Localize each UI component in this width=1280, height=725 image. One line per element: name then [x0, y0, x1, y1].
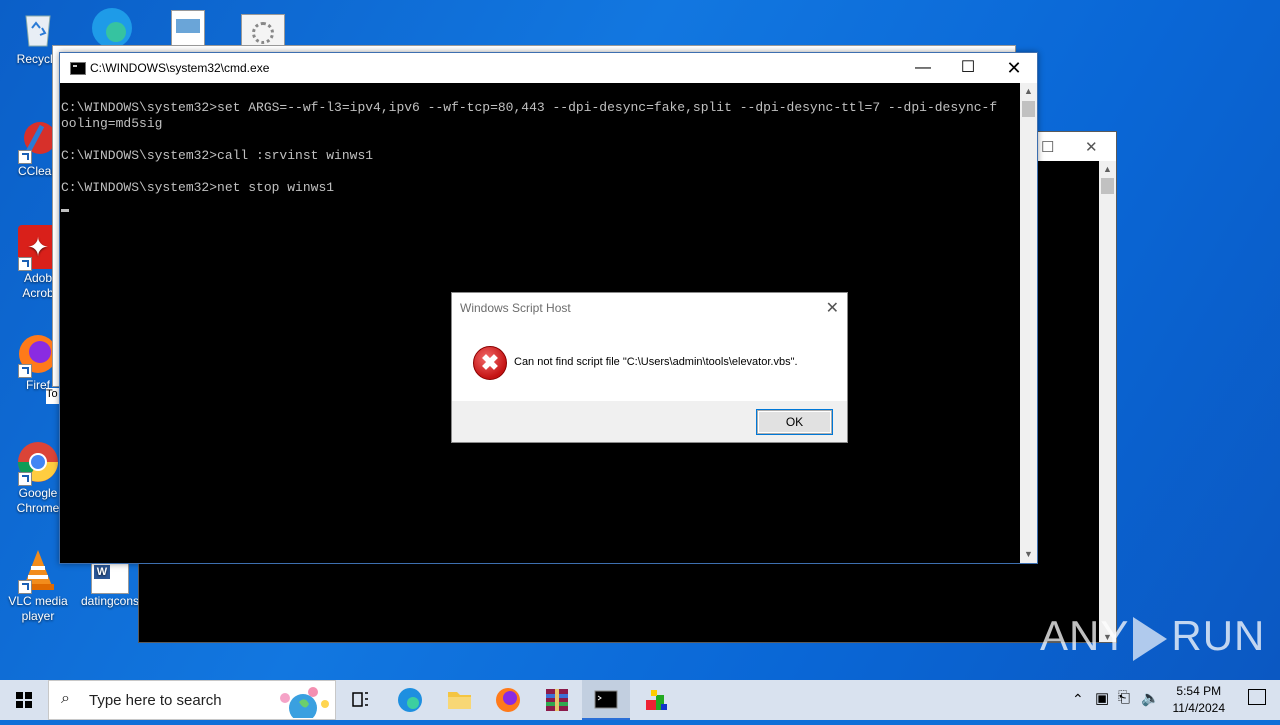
taskbar-firefox[interactable]	[484, 680, 532, 720]
maximize-button[interactable]: ☐	[945, 53, 991, 83]
image-file-icon[interactable]	[171, 10, 205, 48]
folder-icon	[448, 692, 471, 709]
anyrun-watermark: ANY RUN	[1040, 612, 1265, 661]
close-icon[interactable]: ✕	[1085, 138, 1098, 156]
console-line: C:\WINDOWS\system32>call :srvinst winws1	[61, 148, 374, 163]
taskbar-clock[interactable]: 5:54 PM 11/4/2024	[1173, 683, 1226, 717]
search-placeholder: Type here to search	[89, 692, 222, 709]
script-host-error-dialog[interactable]: Windows Script Host ✕ ✖ Can not find scr…	[451, 292, 848, 443]
console-line: C:\WINDOWS\system32>net stop winws1	[61, 180, 335, 195]
chrome-icon	[16, 440, 60, 486]
console-line: ooling=md5sig	[61, 116, 163, 131]
dialog-close-icon[interactable]: ✕	[826, 298, 839, 318]
cmd-title: C:\WINDOWS\system32\cmd.exe	[90, 61, 270, 75]
minimize-button[interactable]: —	[900, 53, 946, 83]
watermark-any: ANY	[1040, 612, 1130, 659]
maximize-icon[interactable]: ☐	[1041, 138, 1054, 156]
console-line: C:\WINDOWS\system32>set ARGS=--wf-l3=ipv…	[61, 100, 998, 115]
edge-desktop-icon[interactable]	[86, 6, 138, 48]
windows-logo-icon	[16, 692, 32, 708]
task-view-icon	[352, 692, 368, 707]
scroll-up-arrow-icon[interactable]: ▲	[1020, 83, 1037, 100]
desktop-icon-label: VLC media player	[8, 594, 68, 623]
shortcut-arrow-icon	[18, 364, 32, 378]
word-document-icon: W	[91, 560, 129, 594]
volume-icon[interactable]: 🔈	[1141, 689, 1160, 707]
scroll-down-arrow-icon[interactable]: ▼	[1020, 546, 1037, 563]
play-triangle-icon	[1133, 616, 1168, 661]
chevron-up-icon[interactable]: ⌃	[1072, 691, 1084, 708]
background-window-scrollbar[interactable]: ▲ ▼	[1099, 161, 1116, 642]
console-scrollbar[interactable]: ▲ ▼	[1020, 83, 1037, 563]
error-icon: ✖	[473, 346, 507, 380]
taskbar-winrar[interactable]	[533, 680, 581, 720]
edge-icon	[398, 688, 422, 712]
taskbar: ⌕ Type here to search ⌃ ▣ ⎗ 🔈 5:54 PM 11…	[0, 680, 1280, 720]
close-button[interactable]: ✕	[991, 53, 1037, 83]
ok-button[interactable]: OK	[756, 409, 833, 435]
dialog-footer: OK	[452, 401, 847, 442]
cmd-app-icon	[70, 62, 86, 75]
taskbar-edge[interactable]	[386, 680, 434, 720]
network-icon[interactable]: ⎗	[1118, 689, 1130, 706]
desktop-icon-word-document[interactable]: W datingcons	[72, 560, 148, 609]
recycle-bin-icon	[16, 6, 60, 50]
notification-center-icon[interactable]	[1248, 689, 1266, 705]
watermark-run: RUN	[1171, 612, 1266, 659]
shortcut-arrow-icon	[18, 257, 32, 271]
search-highlight-illustration-icon	[280, 687, 329, 718]
meet-now-icon[interactable]: ▣	[1095, 689, 1109, 707]
hidden-window-fragment: To	[46, 388, 60, 404]
task-view-button[interactable]	[336, 680, 384, 720]
firefox-icon	[496, 688, 520, 712]
taskbar-search-box[interactable]: ⌕ Type here to search	[48, 680, 336, 720]
vlc-cone-icon	[16, 548, 60, 594]
search-icon: ⌕	[61, 690, 70, 707]
cmd-titlebar[interactable]: C:\WINDOWS\system32\cmd.exe — ☐ ✕	[60, 53, 1037, 83]
clock-time: 5:54 PM	[1176, 684, 1222, 698]
console-cursor	[61, 209, 69, 212]
cmd-icon	[594, 690, 618, 709]
scrollbar-thumb[interactable]	[1022, 101, 1035, 117]
desktop-icon-label: Google Chrome	[16, 486, 60, 515]
clock-date: 11/4/2024	[1172, 701, 1226, 715]
start-button[interactable]	[0, 680, 48, 720]
winrar-icon	[546, 689, 568, 711]
desktop-icon-label: datingcons	[80, 594, 140, 608]
taskbar-cmd[interactable]	[582, 680, 630, 720]
shortcut-arrow-icon	[18, 150, 32, 164]
taskbar-unknown-app[interactable]	[631, 680, 679, 720]
settings-file-icon[interactable]	[241, 14, 285, 48]
colorful-app-icon	[646, 690, 667, 710]
dialog-message: Can not find script file "C:\Users\admin…	[514, 356, 798, 368]
shortcut-arrow-icon	[18, 580, 32, 594]
shortcut-arrow-icon	[18, 472, 32, 486]
taskbar-file-explorer[interactable]	[435, 680, 483, 720]
dialog-title: Windows Script Host	[460, 301, 571, 315]
